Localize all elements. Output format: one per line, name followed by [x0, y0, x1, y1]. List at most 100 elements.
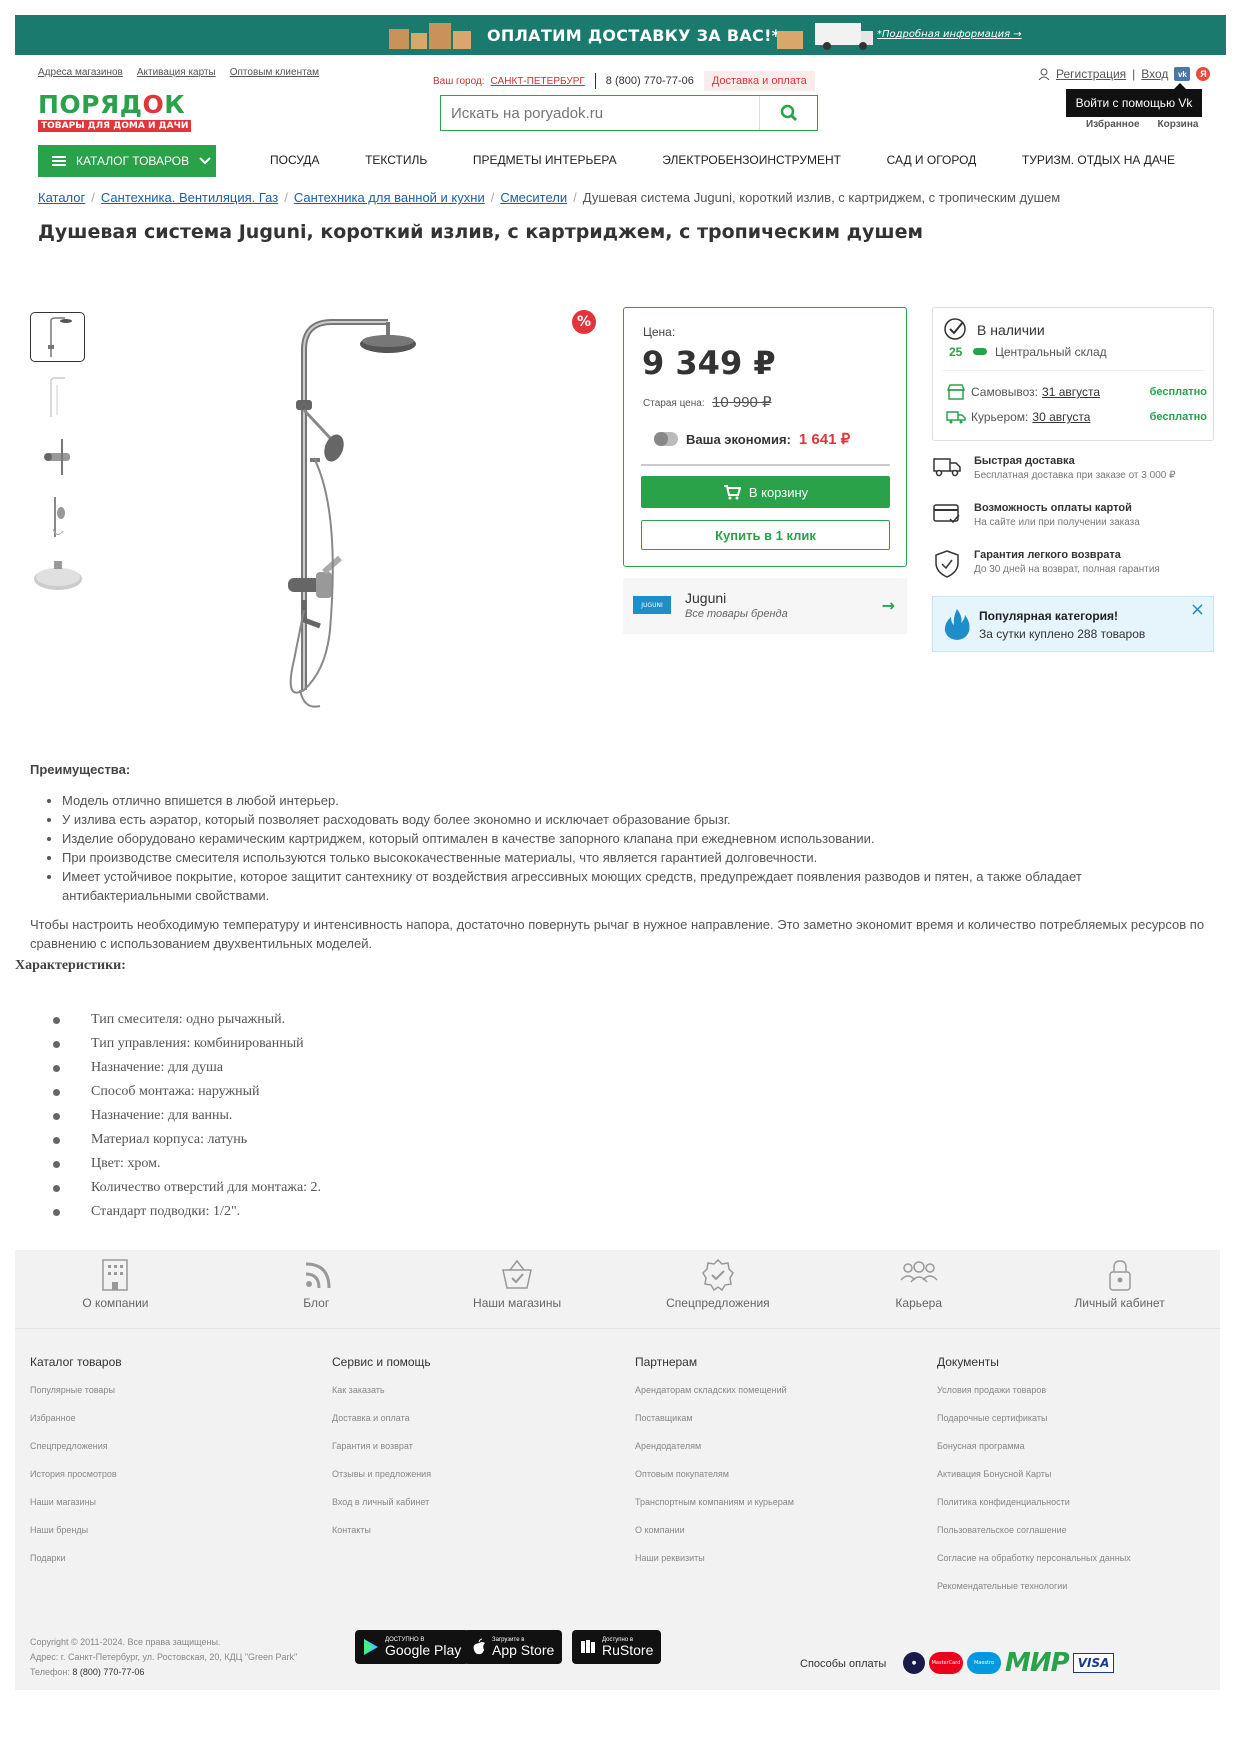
rustore-icon [581, 1640, 595, 1653]
product-main-image[interactable] [260, 310, 440, 740]
vk-icon[interactable]: vk [1174, 67, 1191, 81]
close-icon[interactable]: × [1190, 599, 1205, 620]
footer-blog[interactable]: Блог [216, 1258, 417, 1310]
footer-link[interactable]: Поставщикам [635, 1413, 925, 1441]
gallery-thumb-2[interactable] [30, 372, 85, 422]
specifications: Характеристики: Тип смесителя: одно рыча… [15, 958, 815, 1224]
search-input[interactable] [441, 96, 759, 130]
footer-link[interactable]: Как заказать [332, 1385, 622, 1413]
delivery-payment-link[interactable]: Доставка и оплата [703, 71, 815, 91]
footer-link[interactable]: Избранное [30, 1413, 320, 1441]
footer-link[interactable]: Доставка и оплата [332, 1413, 622, 1441]
description-paragraph: Чтобы настроить необходимую температуру … [30, 917, 1205, 951]
footer-icon-label: Карьера [895, 1296, 943, 1310]
nav-item-garden[interactable]: САД И ОГОРОД [887, 153, 977, 167]
site-logo[interactable]: ПОРЯДОК ТОВАРЫ ДЛЯ ДОМА И ДАЧИ [38, 92, 192, 132]
google-play-icon [364, 1639, 378, 1655]
breadcrumb-plumbing[interactable]: Сантехника. Вентиляция. Газ [101, 190, 278, 205]
feature-title: Возможность оплаты картой [974, 502, 1132, 514]
footer-link[interactable]: Согласие на обработку персональных данны… [937, 1553, 1227, 1581]
footer-link[interactable]: Транспортным компаниям и курьерам [635, 1497, 925, 1525]
cart-link[interactable]: Корзина [1158, 119, 1199, 130]
nav-item-tools[interactable]: ЭЛЕКТРОБЕНЗОИНСТРУМЕНТ [662, 153, 841, 167]
footer-link[interactable]: Контакты [332, 1525, 622, 1553]
nav-item-textile[interactable]: ТЕКСТИЛЬ [365, 153, 427, 167]
footer-link[interactable]: Гарантия и возврат [332, 1441, 622, 1469]
nav-item-interior[interactable]: ПРЕДМЕТЫ ИНТЕРЬЕРА [473, 153, 617, 167]
footer-link[interactable]: Подарки [30, 1553, 320, 1581]
footer-link[interactable]: Отзывы и предложения [332, 1469, 622, 1497]
gallery-thumb-4[interactable] [30, 492, 85, 542]
register-link[interactable]: Регистрация [1056, 67, 1126, 81]
footer-link[interactable]: Популярные товары [30, 1385, 320, 1413]
breadcrumb-catalog[interactable]: Каталог [38, 190, 85, 205]
spec-text: Тип управления: комбинированный [91, 1036, 304, 1051]
yandex-icon[interactable]: Я [1196, 67, 1211, 81]
courier-date[interactable]: 30 августа [1032, 410, 1090, 424]
app-store-button[interactable]: Загрузите в App Store [464, 1630, 563, 1664]
footer-link[interactable]: Активация Бонусной Карты [937, 1469, 1227, 1497]
gallery-thumb-3[interactable] [30, 432, 85, 482]
gallery-thumb-1[interactable] [30, 312, 85, 362]
economy-value: 1 641 ₽ [798, 431, 851, 448]
maestro-logo: Maestro [967, 1652, 1001, 1674]
bullet [53, 1040, 60, 1048]
store-text: Доступно в RuStore [602, 1637, 653, 1657]
pickup-date[interactable]: 31 августа [1042, 385, 1100, 399]
payment-methods-label: Способы оплаты [800, 1658, 887, 1670]
shield-check-icon [935, 550, 959, 578]
phone-number[interactable]: 8 (800) 770-77-06 [606, 75, 694, 87]
nav-item-dishes[interactable]: ПОСУДА [270, 153, 319, 167]
footer-link[interactable]: Политика конфиденциальности [937, 1497, 1227, 1525]
footer-link[interactable]: Вход в личный кабинет [332, 1497, 622, 1525]
bullet [53, 1184, 60, 1192]
footer-link[interactable]: Рекомендательные технологии [937, 1581, 1227, 1609]
catalog-button[interactable]: КАТАЛОГ ТОВАРОВ [38, 145, 216, 177]
search-button[interactable] [759, 96, 817, 130]
footer-stores[interactable]: Наши магазины [417, 1258, 618, 1310]
buy-one-click-button[interactable]: Купить в 1 клик [641, 520, 890, 550]
stock-count: 25 [949, 345, 963, 359]
nav-item-tourism[interactable]: ТУРИЗМ. ОТДЫХ НА ДАЧЕ [1022, 153, 1175, 167]
footer-link[interactable]: Бонусная программа [937, 1441, 1227, 1469]
specs-heading: Характеристики: [15, 958, 126, 973]
footer-link[interactable]: Наши бренды [30, 1525, 320, 1553]
footer-link[interactable]: Пользовательское соглашение [937, 1525, 1227, 1553]
footer-account[interactable]: Личный кабинет [1019, 1258, 1220, 1310]
footer-about[interactable]: О компании [15, 1258, 216, 1310]
footer-link[interactable]: Арендаторам складских помещений [635, 1385, 925, 1413]
cart-icon [723, 485, 741, 500]
brand-card[interactable]: JUGUNI Juguni Все товары бренда → [623, 578, 907, 634]
footer-link[interactable]: Наши реквизиты [635, 1553, 925, 1581]
breadcrumb-bath-kitchen[interactable]: Сантехника для ванной и кухни [294, 190, 485, 205]
favorites-link[interactable]: Избранное [1086, 119, 1140, 130]
footer-career[interactable]: Карьера [818, 1258, 1019, 1310]
list-item: Тип смесителя: одно рычажный. [15, 1008, 815, 1032]
google-play-button[interactable]: ДОСТУПНО В Google Play [355, 1630, 470, 1664]
footer-link[interactable]: Арендодателям [635, 1441, 925, 1469]
user-icon [1038, 68, 1050, 80]
footer-link[interactable]: История просмотров [30, 1469, 320, 1497]
gallery-thumb-5[interactable] [30, 552, 85, 602]
footer-phone[interactable]: 8 (800) 770-77-06 [72, 1667, 144, 1677]
login-link[interactable]: Вход [1141, 67, 1168, 81]
spec-text: Стандарт подводки: 1/2". [91, 1204, 241, 1219]
footer-link[interactable]: Наши магазины [30, 1497, 320, 1525]
stores-address-link[interactable]: Адреса магазинов [38, 67, 123, 78]
footer-link[interactable]: Спецпредложения [30, 1441, 320, 1469]
city-selector[interactable]: САНКТ-ПЕТЕРБУРГ [491, 76, 585, 87]
phone-label: Телефон: [30, 1667, 70, 1677]
footer-link[interactable]: Оптовым покупателям [635, 1469, 925, 1497]
fire-icon [944, 609, 970, 640]
add-to-cart-button[interactable]: В корзину [641, 476, 890, 508]
footer-link[interactable]: Условия продажи товаров [937, 1385, 1227, 1413]
banner-more-link[interactable]: *Подробная информация → [877, 29, 1022, 40]
promo-banner[interactable]: ОПЛАТИМ ДОСТАВКУ ЗА ВАС!* *Подробная инф… [15, 15, 1226, 55]
wholesale-link[interactable]: Оптовым клиентам [230, 67, 319, 78]
breadcrumb-faucets[interactable]: Смесители [500, 190, 567, 205]
card-activation-link[interactable]: Активация карты [137, 67, 216, 78]
footer-link[interactable]: О компании [635, 1525, 925, 1553]
rustore-button[interactable]: Доступно в RuStore [572, 1630, 662, 1664]
footer-link[interactable]: Подарочные сертификаты [937, 1413, 1227, 1441]
footer-special-offers[interactable]: Спецпредложения [617, 1258, 818, 1310]
